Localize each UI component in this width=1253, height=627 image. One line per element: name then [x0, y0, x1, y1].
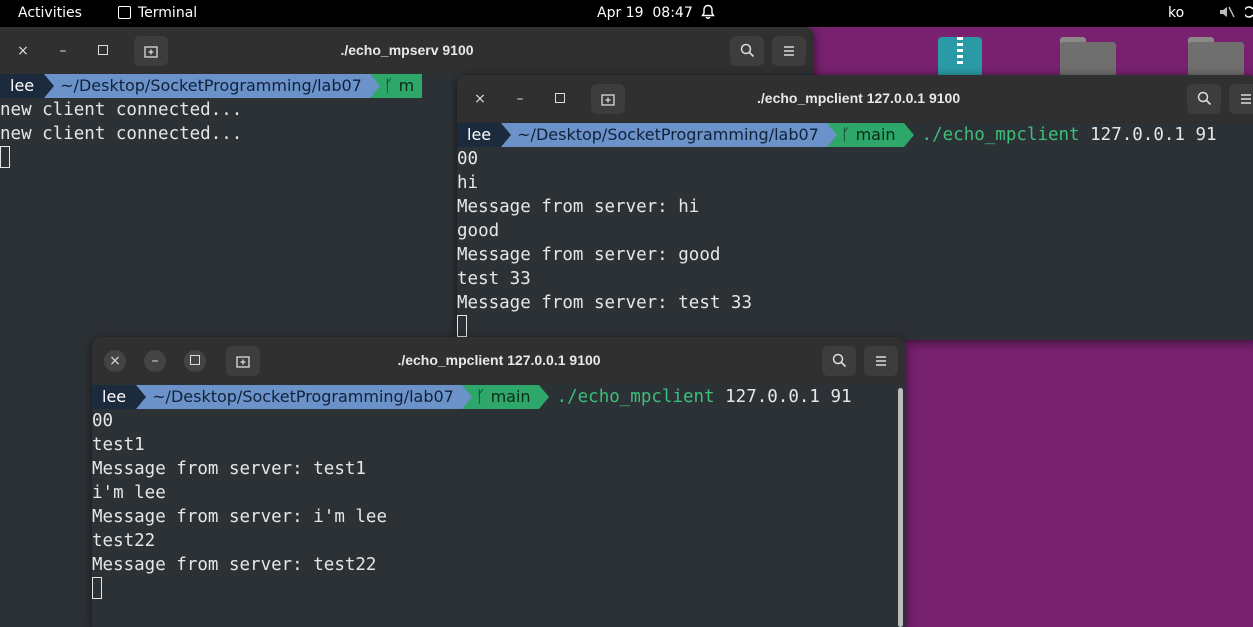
prompt-user: lee — [457, 123, 512, 147]
menu-icon[interactable] — [864, 346, 898, 376]
cursor — [92, 577, 102, 599]
terminal-icon — [118, 6, 131, 19]
prompt-path: ~/Desktop/SocketProgramming/lab07 — [44, 74, 380, 98]
prompt-user: lee — [92, 385, 147, 409]
window-title: ./echo_mpclient 127.0.0.1 9100 — [397, 352, 601, 368]
prompt-path: ~/Desktop/SocketProgramming/lab07 — [501, 123, 837, 147]
output-line: Message from server: test 33 — [457, 293, 753, 313]
command-args: 127.0.0.1 91 — [714, 387, 852, 407]
terminal-window-client-1[interactable]: × – ./echo_mpclient 127.0.0.1 9100 lee ~… — [457, 75, 1253, 340]
date: Apr 19 — [597, 5, 644, 21]
window-header[interactable]: × – ./echo_mpclient 127.0.0.1 9100 — [457, 75, 1253, 122]
output-line: 00 — [92, 411, 114, 431]
app-name: Terminal — [138, 5, 198, 21]
git-branch-icon: ᚴ — [383, 76, 394, 95]
app-menu-terminal[interactable]: Terminal — [118, 0, 197, 27]
search-icon[interactable] — [730, 36, 764, 66]
volume-muted-icon[interactable] — [1219, 0, 1235, 27]
output-line: Message from server: i'm lee — [92, 507, 388, 527]
input-language[interactable]: ko — [1168, 0, 1184, 27]
git-branch-icon: ᚴ — [840, 125, 851, 144]
shell-prompt: lee ~/Desktop/SocketProgramming/lab07 ᚴ … — [457, 123, 1253, 147]
window-title: ./echo_mpserv 9100 — [340, 42, 474, 58]
terminal-body[interactable]: lee ~/Desktop/SocketProgramming/lab07 ᚴ … — [92, 384, 906, 627]
power-icon[interactable] — [1243, 0, 1253, 27]
search-icon[interactable] — [1187, 84, 1221, 114]
window-header[interactable]: × – ./echo_mpserv 9100 — [0, 27, 814, 74]
command: ./echo_mpclient — [556, 387, 715, 407]
output-line: Message from server: good — [457, 245, 721, 265]
folder-icon[interactable] — [1188, 37, 1244, 79]
terminal-body[interactable]: lee ~/Desktop/SocketProgramming/lab07 ᚴ … — [457, 123, 1253, 340]
window-title: ./echo_mpclient 127.0.0.1 9100 — [757, 90, 961, 106]
output-line: i'm lee — [92, 483, 166, 503]
terminal-output: 00 test1 Message from server: test1 i'm lee… — [92, 409, 906, 601]
output-line: test 33 — [457, 269, 531, 289]
output-line: Message from server: test22 — [92, 555, 377, 575]
output-line: test1 — [92, 435, 145, 455]
terminal-output: 00 hi Message from server: hi good Message f… — [457, 147, 1253, 339]
git-branch-icon: ᚴ — [475, 387, 486, 406]
output-line: 00 — [457, 149, 479, 169]
clock[interactable]: Apr 19 08:47 — [597, 0, 693, 27]
command-args: 127.0.0.1 91 — [1079, 125, 1217, 145]
prompt-branch: ᚴ main — [461, 385, 549, 409]
cursor — [457, 315, 467, 337]
output-line: Message from server: hi — [457, 197, 700, 217]
scrollbar[interactable] — [898, 388, 903, 627]
search-icon[interactable] — [822, 346, 856, 376]
folder-icon[interactable] — [1060, 37, 1116, 79]
time: 08:47 — [652, 5, 693, 21]
prompt-branch: ᚴ main — [826, 123, 914, 147]
shell-prompt: lee ~/Desktop/SocketProgramming/lab07 ᚴ … — [92, 385, 906, 409]
zip-archive-icon[interactable] — [938, 37, 982, 79]
bell-icon[interactable] — [701, 0, 715, 27]
activities-button[interactable]: Activities — [18, 0, 82, 27]
prompt-path: ~/Desktop/SocketProgramming/lab07 — [136, 385, 472, 409]
top-bar: Activities Terminal Apr 19 08:47 ko — [0, 0, 1253, 27]
command: ./echo_mpclient — [921, 125, 1080, 145]
menu-icon[interactable] — [1229, 84, 1253, 114]
output-line: hi — [457, 173, 479, 193]
terminal-window-client-2[interactable]: × – ./echo_mpclient 127.0.0.1 9100 lee ~… — [92, 337, 906, 627]
output-line: good — [457, 221, 500, 241]
output-line: Message from server: test1 — [92, 459, 366, 479]
window-header[interactable]: × – ./echo_mpclient 127.0.0.1 9100 — [92, 337, 906, 384]
menu-icon[interactable] — [772, 36, 806, 66]
cursor — [0, 146, 10, 168]
prompt-user: lee — [0, 74, 55, 98]
output-line: test22 — [92, 531, 156, 551]
